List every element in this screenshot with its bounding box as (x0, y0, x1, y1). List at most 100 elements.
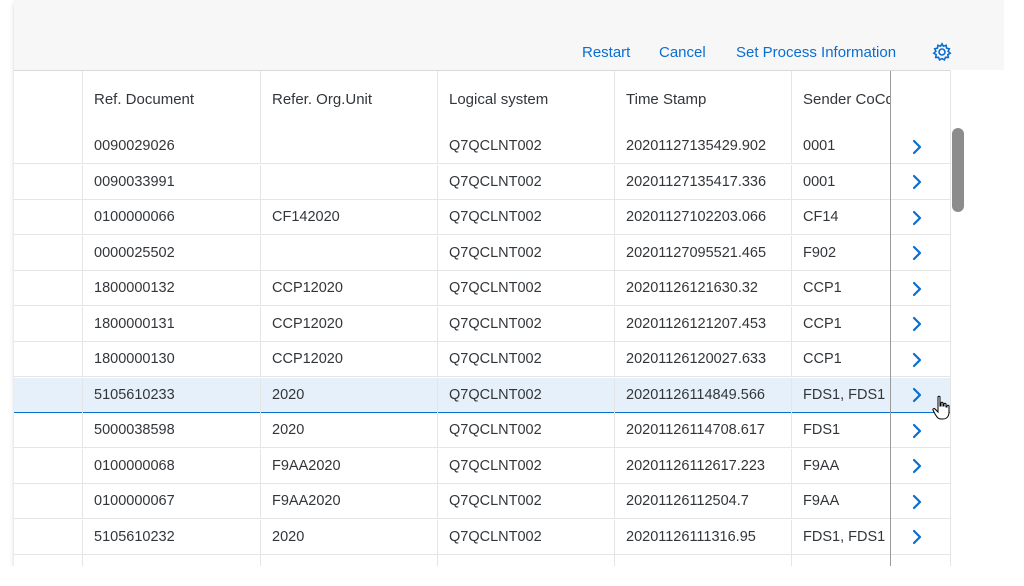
cell-truncated (14, 129, 82, 164)
cell-logical-system: Q7QCLNT002 (437, 377, 614, 413)
app-window: Restart Cancel Set Process Information R… (14, 0, 1004, 572)
cell-ref-document: 1800000130 (82, 342, 260, 377)
table-row[interactable]: 0000025502 Q7QCLNT002 20201127095521.465 F9… (14, 235, 950, 271)
chevron-right-icon[interactable] (907, 520, 927, 555)
cell-ref-document: 0000025502 (82, 235, 260, 271)
cell-ref-document: 0100000068 (82, 448, 260, 484)
cell-logical-system: Q7QCLNT002 (437, 164, 614, 200)
cell-sender-cocd: CCP1 (791, 271, 890, 306)
chevron-right-icon[interactable] (907, 200, 927, 235)
table-row[interactable]: 1800000131 CCP12020 Q7QCLNT002 202011261212… (14, 306, 950, 342)
cell-truncated (14, 307, 82, 342)
cell-ref-document: 5000038598 (82, 413, 260, 448)
cell-logical-system: Q7QCLNT002 (437, 342, 614, 377)
cell-time-stamp: 20201126114849.566 (614, 377, 791, 413)
table-row[interactable]: 5000038598 2020 Q7QCLNT002 20201126114708.6… (14, 413, 950, 448)
chevron-right-icon[interactable] (907, 413, 927, 448)
scrollbar-thumb[interactable] (952, 128, 964, 212)
cell-time-stamp: 20201126112504.7 (614, 484, 791, 519)
cell-time-stamp: 20201126111316.95 (614, 519, 791, 555)
chevron-right-icon[interactable] (907, 236, 927, 271)
cell-ref-document: 0090029026 (82, 129, 260, 164)
gear-icon[interactable] (932, 42, 952, 62)
table-row-selected[interactable]: 5105610233 2020 Q7QCLNT002 20201126114849.5… (14, 377, 950, 413)
restart-button[interactable]: Restart (582, 44, 630, 61)
cell-time-stamp: 20201126120027.633 (614, 342, 791, 377)
chevron-right-icon[interactable] (907, 271, 927, 306)
cell-refer-org-unit: F9AA2020 (260, 448, 437, 484)
table-toolbar: Restart Cancel Set Process Information (14, 0, 1004, 70)
cell-sender-cocd: F9AA (791, 448, 890, 484)
cell-truncated (14, 200, 82, 235)
cell-time-stamp: 20201126112617.223 (614, 448, 791, 484)
table-header: Ref. Document Refer. Org.Unit Logical sy… (14, 71, 950, 130)
cell-logical-system: Q7QCLNT002 (437, 271, 614, 306)
cell-time-stamp: 20201126114708.617 (614, 413, 791, 448)
cell-truncated (14, 484, 82, 519)
column-header-sender-cocd[interactable]: Sender CoCd (791, 71, 890, 129)
cell-truncated (14, 378, 82, 413)
cell-refer-org-unit (260, 164, 437, 200)
chevron-right-icon[interactable] (907, 165, 927, 200)
table-row[interactable]: 1800000130 CCP12020 Q7QCLNT002 202011261200… (14, 342, 950, 377)
set-process-information-button[interactable]: Set Process Information (736, 44, 896, 61)
cell-truncated (14, 520, 82, 555)
chevron-right-icon[interactable] (907, 129, 927, 164)
chevron-right-icon[interactable] (907, 342, 927, 377)
cell-sender-cocd: 0001 (791, 129, 890, 164)
cell-sender-cocd: CCP1 (791, 342, 890, 377)
column-header-truncated (14, 71, 82, 129)
cell-logical-system: Q7QCLNT002 (437, 129, 614, 164)
cell-truncated (14, 236, 82, 271)
table-row[interactable]: 0100000066 CF142020 Q7QCLNT002 202011271022… (14, 200, 950, 235)
cell-logical-system: Q7QCLNT002 (437, 235, 614, 271)
cancel-button[interactable]: Cancel (659, 44, 706, 61)
column-header-ref-document[interactable]: Ref. Document (82, 71, 260, 129)
cell-sender-cocd: F9AA (791, 484, 890, 519)
cell-sender-cocd: CF14 (791, 200, 890, 235)
table-row[interactable]: 0090033991 Q7QCLNT002 20201127135417.336 00… (14, 164, 950, 200)
cell-refer-org-unit: CCP12020 (260, 306, 437, 342)
cell-sender-cocd: FDS1, FDS1 (791, 377, 890, 413)
cell-logical-system: Q7QCLNT002 (437, 413, 614, 448)
column-header-time-stamp[interactable]: Time Stamp (614, 71, 791, 129)
cell-logical-system: Q7QCLNT002 (437, 448, 614, 484)
cell-sender-cocd: FDS1, FDS1 (791, 519, 890, 555)
cell-truncated (14, 449, 82, 484)
cell-time-stamp: 20201126121207.453 (614, 306, 791, 342)
cell-logical-system: Q7QCLNT002 (437, 306, 614, 342)
cell-sender-cocd: FDS1 (791, 413, 890, 448)
torn-edge-bottom (0, 566, 1024, 586)
table-row[interactable]: 0100000067 F9AA2020 Q7QCLNT002 202011261125… (14, 484, 950, 519)
cell-time-stamp: 20201127095521.465 (614, 235, 791, 271)
cell-refer-org-unit: 2020 (260, 413, 437, 448)
chevron-right-icon[interactable] (907, 449, 927, 484)
chevron-right-icon[interactable] (907, 484, 927, 519)
cell-sender-cocd: CCP1 (791, 306, 890, 342)
cell-sender-cocd: 0001 (791, 164, 890, 200)
cell-time-stamp: 20201127135429.902 (614, 129, 791, 164)
cell-time-stamp: 20201127135417.336 (614, 164, 791, 200)
chevron-right-icon[interactable] (907, 307, 927, 342)
column-header-logical-system[interactable]: Logical system (437, 71, 614, 129)
cell-refer-org-unit: CCP12020 (260, 271, 437, 306)
cell-truncated (14, 165, 82, 200)
table-row[interactable]: 5105610232 2020 Q7QCLNT002 20201126111316.9… (14, 519, 950, 555)
cell-logical-system: Q7QCLNT002 (437, 200, 614, 235)
cell-logical-system: Q7QCLNT002 (437, 519, 614, 555)
cell-truncated (14, 342, 82, 377)
table-row[interactable]: 0100000068 F9AA2020 Q7QCLNT002 202011261126… (14, 448, 950, 484)
cell-time-stamp: 20201127102203.066 (614, 200, 791, 235)
cell-ref-document: 0100000067 (82, 484, 260, 519)
cell-sender-cocd: F902 (791, 235, 890, 271)
column-header-actions (890, 71, 950, 129)
cell-ref-document: 5105610232 (82, 519, 260, 555)
column-header-refer-org-unit[interactable]: Refer. Org.Unit (260, 71, 437, 129)
table-row[interactable]: 1800000132 CCP12020 Q7QCLNT002 202011261216… (14, 271, 950, 306)
chevron-right-icon[interactable] (907, 378, 927, 413)
cell-time-stamp: 20201126121630.32 (614, 271, 791, 306)
cell-refer-org-unit (260, 129, 437, 164)
table-row[interactable]: 0090029026 Q7QCLNT002 20201127135429.902 00… (14, 129, 950, 164)
cell-refer-org-unit: F9AA2020 (260, 484, 437, 519)
cell-truncated (14, 413, 82, 448)
